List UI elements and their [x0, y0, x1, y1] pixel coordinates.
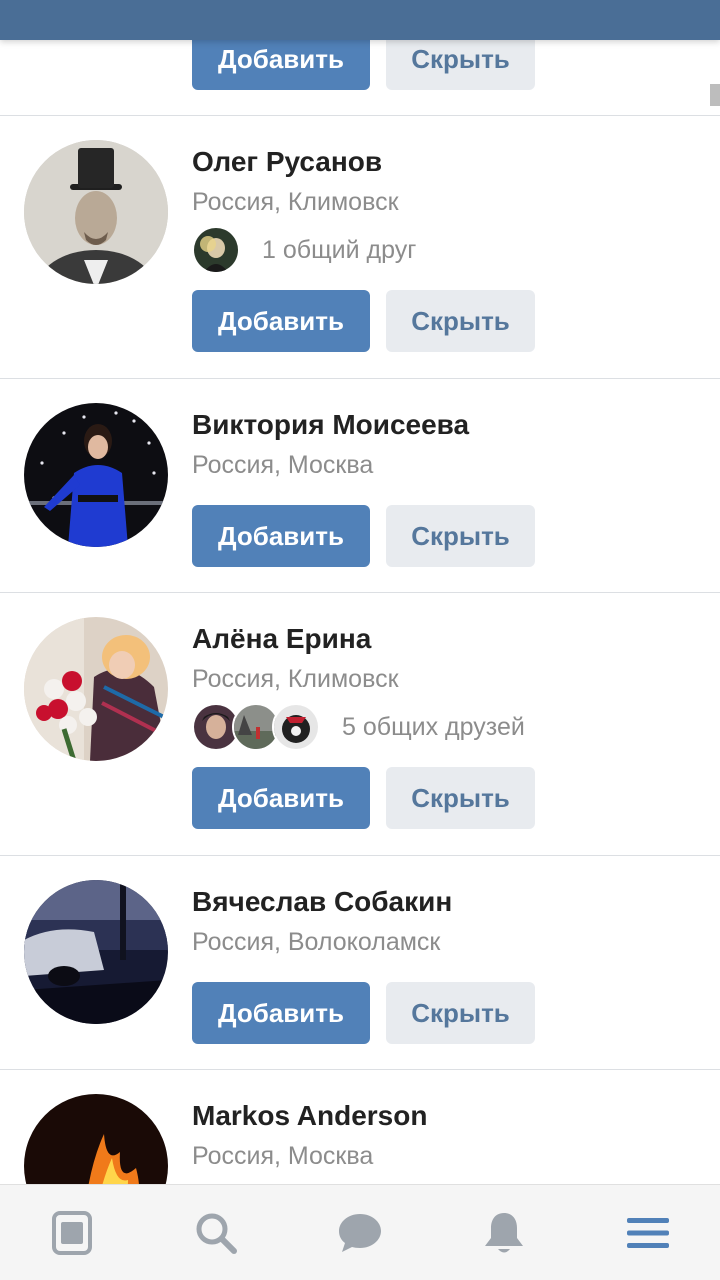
mutual-friends[interactable]: 1 общий друг — [192, 226, 416, 274]
suggestion-card: Вячеслав Собакин Россия, Волоколамск Доб… — [0, 856, 720, 1070]
add-friend-button[interactable]: Добавить — [192, 767, 370, 829]
suggestion-card: Виктория Моисеева Россия, Москва Добавит… — [0, 379, 720, 593]
hide-suggestion-button[interactable]: Скрыть — [386, 982, 535, 1044]
suggestion-card: Олег Русанов Россия, Климовск 1 общий др… — [0, 116, 720, 379]
hide-suggestion-button[interactable]: Скрыть — [386, 290, 535, 352]
person-location: Россия, Климовск — [192, 665, 399, 693]
mutual-friend-avatar — [192, 226, 240, 274]
news-icon — [52, 1210, 92, 1255]
notifications-icon — [485, 1212, 523, 1252]
friend-suggestions-list: Добавить Скрыть Олег Русанов Россия, Кли… — [0, 0, 720, 1184]
messages-icon — [339, 1213, 381, 1252]
person-name[interactable]: Алёна Ерина — [192, 623, 371, 655]
mutual-friend-avatar — [272, 703, 320, 751]
app-header — [0, 0, 720, 40]
person-location: Россия, Климовск — [192, 188, 399, 216]
menu-icon — [627, 1217, 669, 1248]
tab-search[interactable] — [144, 1185, 288, 1280]
avatar[interactable] — [24, 1094, 168, 1184]
person-location: Россия, Москва — [192, 451, 374, 479]
search-icon — [196, 1213, 237, 1254]
tab-news[interactable] — [0, 1185, 144, 1280]
avatar[interactable] — [24, 403, 168, 547]
add-friend-button[interactable]: Добавить — [192, 982, 370, 1044]
avatar[interactable] — [24, 140, 168, 284]
avatar[interactable] — [24, 880, 168, 1024]
person-location: Россия, Волоколамск — [192, 928, 441, 956]
person-name[interactable]: Олег Русанов — [192, 146, 382, 178]
scrollbar-thumb[interactable] — [710, 84, 720, 106]
person-location: Россия, Москва — [192, 1142, 374, 1170]
mutual-friends-count: 1 общий друг — [262, 235, 417, 264]
avatar[interactable] — [24, 617, 168, 761]
tab-messages[interactable] — [288, 1185, 432, 1280]
person-name[interactable]: Markos Anderson — [192, 1100, 427, 1132]
mutual-friends[interactable]: 5 общих друзей — [192, 703, 525, 751]
person-name[interactable]: Вячеслав Собакин — [192, 886, 452, 918]
hide-suggestion-button[interactable]: Скрыть — [386, 767, 535, 829]
suggestion-card: Алёна Ерина Россия, Климовск 5 общих дру… — [0, 593, 720, 856]
tab-notifications[interactable] — [432, 1185, 576, 1280]
bottom-tab-bar — [0, 1184, 720, 1280]
hide-suggestion-button[interactable]: Скрыть — [386, 505, 535, 567]
person-name[interactable]: Виктория Моисеева — [192, 409, 469, 441]
mutual-friends-count: 5 общих друзей — [342, 712, 525, 741]
add-friend-button[interactable]: Добавить — [192, 505, 370, 567]
suggestion-card: Markos Anderson Россия, Москва — [0, 1070, 720, 1184]
tab-menu[interactable] — [576, 1185, 720, 1280]
add-friend-button[interactable]: Добавить — [192, 290, 370, 352]
